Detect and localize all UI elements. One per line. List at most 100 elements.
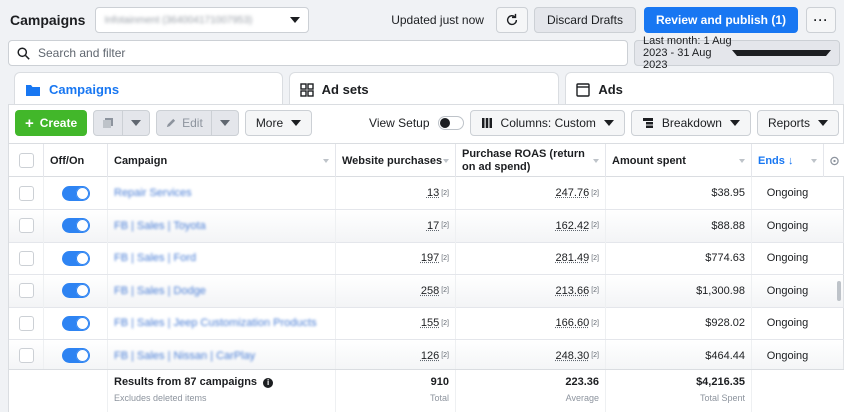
view-setup-label: View Setup [369, 116, 430, 130]
copy-icon [103, 118, 114, 128]
row-checkbox[interactable] [18, 315, 34, 331]
row-checkbox[interactable] [18, 218, 34, 233]
duplicate-button[interactable] [94, 111, 122, 135]
table-row[interactable]: FB | Sales | Dodge 258 [2] 213.66 [2] $1,3… [9, 274, 844, 308]
tab-campaigns[interactable]: Campaigns [14, 72, 283, 106]
purchases-value[interactable]: 155 [421, 317, 439, 329]
footer-spent: $4,216.35 Total Spent [605, 370, 751, 412]
breakdown-button[interactable]: Breakdown [630, 110, 751, 136]
chevron-down-icon [603, 120, 614, 126]
campaign-name-cell: FB | Sales | Ford [107, 242, 335, 274]
tab-ads[interactable]: Ads [565, 72, 834, 106]
edit-dropdown[interactable] [210, 111, 238, 135]
purchases-value[interactable]: 258 [421, 285, 439, 297]
roas-value[interactable]: 281.49 [556, 252, 590, 264]
chevron-down-icon [290, 17, 301, 23]
purchases-cell: 17 [2] [335, 209, 455, 242]
campaign-toggle[interactable] [61, 185, 90, 201]
roas-value[interactable]: 247.76 [556, 187, 590, 199]
header-purchases[interactable]: Website purchases [335, 144, 455, 177]
header-ends[interactable]: Ends ↓ [751, 144, 823, 177]
roas-value[interactable]: 166.60 [556, 317, 590, 329]
table-row[interactable]: FB | Sales | Toyota 17 [2] 162.42 [2] $88.… [9, 209, 844, 243]
sort-icon [739, 158, 745, 163]
discard-drafts-button[interactable]: Discard Drafts [533, 7, 636, 33]
create-button[interactable]: + Create [15, 110, 88, 136]
tab-label: Campaigns [49, 82, 120, 97]
campaign-name-link[interactable]: FB | Sales | Nissan | CarPlay [114, 350, 255, 362]
date-range-label: Last month: 1 Aug 2023 - 31 Aug 2023 [643, 35, 732, 71]
header-campaign[interactable]: Campaign [107, 144, 335, 177]
purchases-value[interactable]: 197 [421, 252, 439, 264]
more-button[interactable]: More [244, 110, 313, 136]
campaign-name-link[interactable]: FB | Sales | Toyota [114, 220, 206, 232]
purchases-cell: 155 [2] [335, 307, 455, 339]
campaign-toggle[interactable] [61, 250, 90, 266]
campaign-name-link[interactable]: FB | Sales | Jeep Customization Products [114, 317, 317, 329]
search-input[interactable]: Search and filter [8, 40, 628, 66]
campaign-name-link[interactable]: Repair Services [114, 187, 192, 199]
reports-button[interactable]: Reports [756, 110, 839, 136]
spent-cell: $88.88 [605, 209, 751, 242]
campaign-name-link[interactable]: FB | Sales | Dodge [114, 285, 206, 297]
campaign-toggle[interactable] [61, 348, 90, 363]
roas-value[interactable]: 248.30 [556, 350, 590, 362]
account-selector[interactable]: Infotainment (364004171007953) [95, 7, 310, 33]
more-options-button[interactable]: ··· [806, 7, 836, 33]
campaign-toggle[interactable] [61, 315, 90, 331]
ends-value: Ongoing [766, 187, 809, 199]
refresh-button[interactable] [495, 7, 528, 33]
row-select-cell [9, 242, 43, 274]
duplicate-dropdown[interactable] [122, 111, 149, 135]
sort-icon [323, 158, 329, 163]
spent-total: $4,216.35 [696, 376, 745, 388]
spent-cell: $38.95 [605, 177, 751, 209]
roas-cell: 162.42 [2] [455, 209, 605, 242]
header-spent[interactable]: Amount spent [605, 144, 751, 177]
search-row: Search and filter Last month: 1 Aug 2023… [8, 35, 844, 71]
table-row[interactable]: FB | Sales | Nissan | CarPlay 126 [2] 248… [9, 339, 844, 373]
table-row[interactable]: Repair Services 13 [2] 247.76 [2] $38.95 O… [9, 177, 844, 210]
view-setup-toggle[interactable] [437, 116, 464, 130]
spent-cell: $1,300.98 [605, 274, 751, 307]
edit-group: Edit [156, 110, 239, 136]
purchases-value[interactable]: 17 [427, 220, 439, 232]
roas-value[interactable]: 213.66 [556, 285, 590, 297]
roas-value[interactable]: 162.42 [556, 220, 590, 232]
create-label: Create [39, 116, 78, 130]
review-publish-button[interactable]: Review and publish (1) [643, 7, 798, 33]
purchases-value[interactable]: 126 [421, 350, 439, 362]
header-offon[interactable]: Off/On [43, 144, 107, 177]
campaign-toggle[interactable] [61, 218, 90, 233]
row-checkbox[interactable] [18, 348, 34, 363]
breakdown-icon [642, 118, 653, 128]
ends-value: Ongoing [766, 349, 809, 362]
campaign-name-link[interactable]: FB | Sales | Ford [114, 252, 196, 264]
row-checkbox[interactable] [18, 185, 34, 201]
header-offon-label: Off/On [50, 154, 85, 167]
vertical-scrollbar[interactable] [837, 281, 841, 301]
refresh-icon [506, 13, 518, 26]
header-settings[interactable] [823, 144, 844, 177]
columns-button[interactable]: Columns: Custom [469, 110, 625, 136]
row-toggle-cell [43, 242, 107, 274]
info-icon[interactable]: i [263, 378, 274, 388]
table-row[interactable]: FB | Sales | Ford 197 [2] 281.49 [2] $774.… [9, 242, 844, 275]
tab-ad-sets[interactable]: Ad sets [288, 72, 560, 106]
ellipsis-icon: ··· [813, 13, 829, 27]
table-row[interactable]: FB | Sales | Jeep Customization Products… [9, 307, 844, 340]
campaign-toggle[interactable] [61, 283, 90, 298]
date-range-picker[interactable]: Last month: 1 Aug 2023 - 31 Aug 2023 [634, 35, 840, 71]
level-tabs: Campaigns Ad sets Ads [14, 72, 834, 106]
select-all-cell [9, 144, 43, 177]
purchases-total: 910 [430, 376, 449, 388]
purchases-value[interactable]: 13 [427, 187, 439, 199]
header-roas-label: Purchase ROAS (return on ad spend) [462, 147, 585, 173]
chevron-down-icon [729, 120, 740, 126]
header-roas[interactable]: Purchase ROAS (return on ad spend) [455, 144, 605, 177]
row-checkbox[interactable] [18, 283, 34, 298]
edit-button[interactable]: Edit [157, 111, 211, 135]
select-all-checkbox[interactable] [18, 153, 34, 168]
row-checkbox[interactable] [18, 250, 34, 266]
roas-cell: 213.66 [2] [455, 274, 605, 307]
